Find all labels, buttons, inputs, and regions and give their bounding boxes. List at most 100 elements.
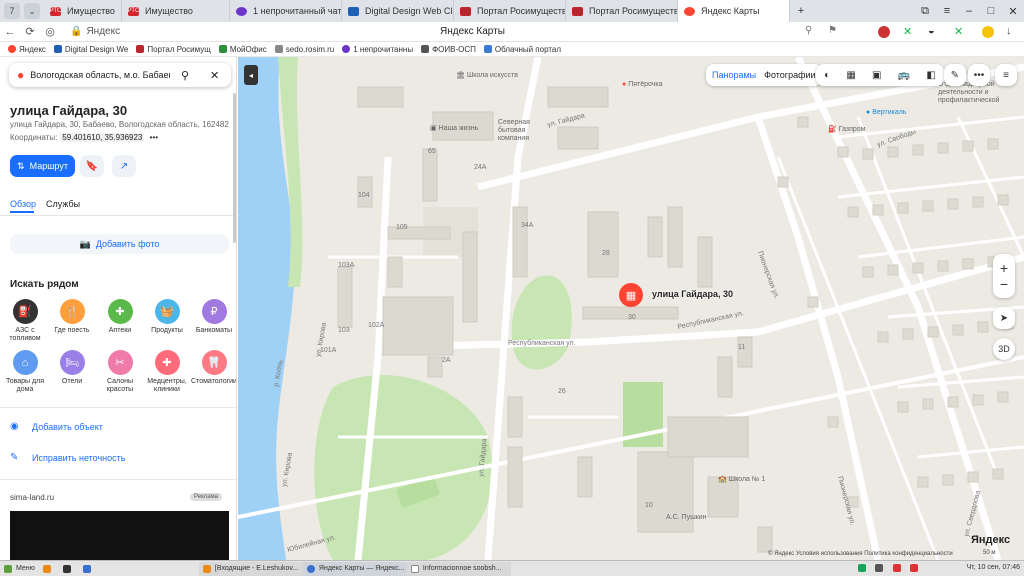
tab-counter[interactable]: 7 xyxy=(4,3,20,19)
browser-tab[interactable]: 1 непрочитанный чат xyxy=(230,0,342,22)
fix-error-link[interactable]: ✎ Исправить неточность xyxy=(10,452,125,463)
back-arrow-icon[interactable]: ← xyxy=(0,26,20,38)
new-tab-button[interactable]: + xyxy=(790,5,812,17)
poi-pushkin[interactable]: А.С. Пушкин xyxy=(666,514,707,521)
close-icon[interactable]: ✕ xyxy=(210,69,219,82)
nearby-category[interactable]: ✚ Аптеки xyxy=(95,299,145,335)
map-copyright[interactable]: © Яндекс Условия использования Политика … xyxy=(768,551,953,557)
url-field[interactable]: 🔒 Яндекс xyxy=(66,24,450,40)
add-object-link[interactable]: ◉ Добавить объект xyxy=(10,421,103,432)
ad-site[interactable]: sima-land.ru xyxy=(10,493,54,502)
scheme-icon[interactable]: ▦ xyxy=(846,70,855,81)
tray-icon[interactable] xyxy=(909,564,918,572)
location-icon[interactable]: ⚲ xyxy=(805,25,812,36)
panoramas-button[interactable]: Панорамы xyxy=(712,70,756,80)
bookmarks-icon[interactable]: ⧉ xyxy=(914,5,936,18)
nearby-category[interactable]: 🍴 Где поесть xyxy=(47,299,97,335)
tab-services[interactable]: Службы xyxy=(46,199,80,209)
coordinates-value[interactable]: 59.401610, 35.936923 xyxy=(60,133,145,142)
download-icon[interactable]: ↓ xyxy=(1006,25,1012,37)
extension-k-icon[interactable]: ✕ xyxy=(954,25,963,38)
poi-gazprom[interactable]: ⛽ Газпром xyxy=(828,125,865,133)
taskbar-window[interactable]: [Входящие - E.Leshukov... xyxy=(198,561,303,576)
browser-tab-active[interactable]: Яндекс Карты xyxy=(678,0,790,22)
layers-icon[interactable]: ◐ xyxy=(824,70,830,81)
taskbar-window-active[interactable]: Яндекс Карты — Яндекс... xyxy=(302,561,407,576)
browser-tab[interactable]: РТС Имущество xyxy=(44,0,122,22)
poi-company[interactable]: Северная бытовая компания xyxy=(498,119,558,143)
nearby-category[interactable]: ✂ Салоны красоты xyxy=(95,350,145,394)
bookmark-button[interactable]: 🔖 xyxy=(80,155,104,177)
close-window-icon[interactable]: ✕ xyxy=(1002,5,1024,18)
tab-list-chevron-icon[interactable]: ⌄ xyxy=(24,3,40,19)
bookmark-item[interactable]: sedo.rosim.ru xyxy=(274,45,334,54)
place-pin[interactable]: ▦ xyxy=(619,283,643,307)
quicklaunch-icon[interactable] xyxy=(39,562,59,576)
extension-icon[interactable]: ◒ xyxy=(928,25,935,37)
start-menu-button[interactable]: Меню xyxy=(0,562,39,576)
route-button[interactable]: ⇅ Маршрут xyxy=(10,155,75,177)
bookmark-item[interactable]: Digital Design We xyxy=(53,45,128,54)
shield-icon[interactable]: ◎ xyxy=(40,25,60,38)
nearby-category[interactable]: ⌂ Товары для дома xyxy=(0,350,50,394)
tray-icon[interactable] xyxy=(875,564,884,572)
more-icon[interactable]: ••• xyxy=(150,133,158,142)
my-location-button[interactable]: ➤ xyxy=(993,307,1015,329)
taskbar-window[interactable]: Informacionnoe soobsh... xyxy=(406,561,511,576)
nearby-category[interactable]: 🧺 Продукты xyxy=(142,299,192,335)
bookmark-item[interactable]: 1 непрочитанны xyxy=(342,45,413,54)
browser-tab[interactable]: Портал Росимущества xyxy=(566,0,678,22)
search-input[interactable]: ● Вологодская область, м.о. Бабаевский ⚲… xyxy=(9,63,231,87)
browser-tab[interactable]: Портал Росимущества xyxy=(454,0,566,22)
3d-button[interactable]: 3D xyxy=(993,338,1015,360)
nearby-category[interactable]: 🛏 Отели xyxy=(47,350,97,386)
quicklaunch-icon[interactable] xyxy=(59,562,79,576)
ruler-button[interactable]: ✎ xyxy=(944,64,966,86)
extension-icon[interactable] xyxy=(982,26,994,38)
poi-pyaterochka[interactable]: ● Пятёрочка xyxy=(622,81,663,88)
add-photo-button[interactable]: 📷 Добавить фото xyxy=(10,234,229,254)
search-icon[interactable]: ⚲ xyxy=(181,69,189,82)
bookmark-icon[interactable]: ⚑ xyxy=(828,25,837,36)
browser-tab[interactable]: Digital Design Web Client xyxy=(342,0,454,22)
quicklaunch-icon[interactable] xyxy=(99,562,199,576)
camera-icon[interactable]: ▣ xyxy=(872,70,881,81)
quicklaunch-icon[interactable] xyxy=(79,562,99,576)
map-canvas[interactable]: р. Колпь ул. Кирова ул. Кирова ул. Гайда… xyxy=(238,57,1024,560)
browser-tab[interactable]: РТС Имущество xyxy=(122,0,230,22)
tab-overview[interactable]: Обзор xyxy=(10,199,36,209)
menu-icon[interactable]: ≡ xyxy=(936,5,958,17)
menu-button[interactable]: ≡ xyxy=(995,64,1017,86)
clock[interactable]: Чт, 10 сен, 07:46 xyxy=(967,564,1020,571)
zoom-in-button[interactable]: + xyxy=(1000,260,1008,276)
nearby-category[interactable]: ✚ Медцентры, клиники xyxy=(142,350,192,394)
extension-k-icon[interactable]: ✕ xyxy=(903,25,912,38)
extension-icon[interactable] xyxy=(878,26,890,38)
tray-icon[interactable] xyxy=(892,564,901,572)
ad-image[interactable] xyxy=(10,511,229,560)
photos-button[interactable]: Фотографии xyxy=(764,70,815,80)
bus-icon[interactable]: 🚌 xyxy=(898,70,910,81)
poi-nasha-zhizn[interactable]: ▣ Наша жизнь xyxy=(430,124,478,132)
nearby-category[interactable]: 🦷 Стоматологии xyxy=(189,350,236,386)
maximize-icon[interactable]: □ xyxy=(980,5,1002,17)
poi-school-1[interactable]: 🏫 Школа № 1 xyxy=(718,475,765,483)
nearby-category[interactable]: ₽ Банкоматы xyxy=(189,299,236,335)
layers-stack-icon[interactable]: ◧ xyxy=(926,70,935,81)
share-button[interactable]: ↗ xyxy=(112,155,136,177)
nearby-category[interactable]: ⛽ АЗС с топливом xyxy=(0,299,50,343)
bookmark-item[interactable]: Яндекс xyxy=(8,45,46,54)
collapse-sidebar-button[interactable]: ◂ xyxy=(244,65,258,85)
bookmark-item[interactable]: МойОфис xyxy=(218,45,267,54)
minimize-icon[interactable]: – xyxy=(958,5,980,17)
reload-icon[interactable]: ⟳ xyxy=(20,25,40,38)
bookmark-item[interactable]: Облачный портал xyxy=(483,45,561,54)
poi-school-arts[interactable]: 🏛 Школа искусств xyxy=(456,71,518,79)
tray-icon[interactable] xyxy=(858,564,866,572)
sidebar-scrollbar[interactable] xyxy=(233,93,236,243)
poi-vertikal[interactable]: ● Вертикаль xyxy=(866,109,906,116)
zoom-out-button[interactable]: − xyxy=(1000,276,1008,292)
bookmark-item[interactable]: ФОИВ-ОСП xyxy=(421,45,476,54)
bookmark-item[interactable]: Портал Росимущ xyxy=(136,45,211,54)
more-button[interactable]: ••• xyxy=(968,64,990,86)
